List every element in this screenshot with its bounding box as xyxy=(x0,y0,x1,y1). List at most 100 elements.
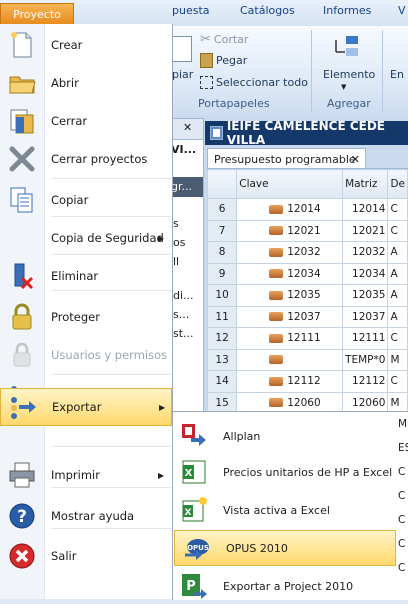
tab-v[interactable]: V xyxy=(398,4,406,17)
clave-cell[interactable]: 12014 xyxy=(236,198,344,221)
matriz-cell[interactable]: 12112 xyxy=(342,370,389,393)
menu-item-cerrar-proyectos[interactable]: Cerrar proyectos xyxy=(0,140,172,178)
submenu-item-vista-activa-a-excel[interactable]: X Vista activa a Excel xyxy=(172,492,408,528)
tab-presupuesta[interactable]: puesta xyxy=(172,4,210,17)
description-cell[interactable]: A xyxy=(387,305,408,328)
menu-tab-proyecto[interactable]: Proyecto xyxy=(0,3,74,25)
menu-separator xyxy=(51,178,171,179)
row-number-cell[interactable]: 7 xyxy=(206,219,238,242)
table-row[interactable]: 6 12014 12014 C xyxy=(206,198,408,221)
matriz-cell[interactable]: 12032 xyxy=(342,241,389,264)
submenu-item-label: Exportar a Project 2010 xyxy=(223,579,354,593)
tab-catalogos[interactable]: Catálogos xyxy=(240,4,295,17)
copy-big-icon[interactable] xyxy=(172,36,192,62)
partial-cell: C xyxy=(398,538,406,550)
help-icon: ? xyxy=(6,500,38,532)
element-dropdown-icon[interactable]: ▼ xyxy=(341,83,346,91)
table-row[interactable]: 13 TEMP*0 M xyxy=(206,348,408,371)
menu-item-crear[interactable]: Crear xyxy=(0,26,172,64)
description-cell[interactable]: M xyxy=(387,348,408,371)
table-row[interactable]: 8 12032 12032 A xyxy=(206,241,408,264)
clave-cell[interactable]: 12111 xyxy=(236,327,344,350)
menu-item-cerrar[interactable]: Cerrar xyxy=(0,102,172,140)
menu-item-proteger[interactable]: Proteger xyxy=(0,298,172,336)
submenu-item-precios-unitarios-de-hp-a-excel[interactable]: X Precios unitarios de HP a Excel xyxy=(172,454,408,490)
description-cell[interactable]: C xyxy=(387,327,408,350)
row-number-cell[interactable]: 6 xyxy=(206,198,238,221)
clave-cell[interactable]: 12112 xyxy=(236,370,344,393)
menu-item-label: Crear xyxy=(51,38,83,52)
svg-text:X: X xyxy=(185,468,193,479)
matriz-cell[interactable]: 12034 xyxy=(342,262,389,285)
menu-item-copia-de-seguridad[interactable]: Copia de Seguridad ▶ xyxy=(0,219,172,257)
menu-item-exportar[interactable]: Exportar ▶ xyxy=(0,388,172,426)
matriz-cell[interactable]: 12021 xyxy=(342,219,389,242)
menu-item-label: Usuarios y permisos xyxy=(51,348,168,362)
menu-item-copiar[interactable]: Copiar xyxy=(0,181,172,219)
description-cell[interactable]: A xyxy=(387,241,408,264)
row-number-cell[interactable]: 11 xyxy=(206,305,238,328)
en-partial-button[interactable]: En xyxy=(390,68,404,81)
clave-cell[interactable]: 12032 xyxy=(236,241,344,264)
description-cell[interactable]: C xyxy=(387,219,408,242)
menu-item-label: Imprimir xyxy=(51,468,100,482)
matriz-cell[interactable]: 12035 xyxy=(342,284,389,307)
description-cell[interactable]: A xyxy=(387,262,408,285)
menu-item-salir[interactable]: Salir xyxy=(0,537,172,575)
row-number-cell[interactable]: 13 xyxy=(206,348,238,371)
column-header-matriz[interactable]: Matriz xyxy=(342,169,389,199)
left-panel-text: ll xyxy=(173,255,180,268)
menu-item-eliminar[interactable]: Eliminar xyxy=(0,257,172,295)
excel-star-icon: X xyxy=(178,494,210,526)
table-row[interactable]: 12 12111 12111 C xyxy=(206,327,408,350)
matriz-cell[interactable]: TEMP*0 xyxy=(342,348,389,371)
menu-item-imprimir[interactable]: Imprimir ▶ xyxy=(0,456,172,494)
ribbon-separator xyxy=(311,30,312,112)
table-row[interactable]: 7 12021 12021 C xyxy=(206,219,408,242)
submenu-item-allplan[interactable]: Allplan xyxy=(172,418,408,454)
tab-presupuesto-programable[interactable]: Presupuesto programable ✕ xyxy=(207,148,366,169)
menu-item-mostrar-ayuda[interactable]: ? Mostrar ayuda xyxy=(0,497,172,535)
description-cell[interactable]: C xyxy=(387,198,408,221)
clave-cell[interactable] xyxy=(236,348,344,371)
cut-button[interactable]: ✂ Cortar xyxy=(200,32,248,47)
copy-partial-label[interactable]: piar xyxy=(172,68,193,81)
element-icon[interactable] xyxy=(332,32,362,62)
table-row[interactable]: 11 12037 12037 A xyxy=(206,305,408,328)
close-x-icon xyxy=(6,143,38,175)
submenu-item-opus-2010[interactable]: OPUS OPUS 2010 xyxy=(174,530,396,566)
row-number-cell[interactable]: 12 xyxy=(206,327,238,350)
element-button[interactable]: Elemento xyxy=(323,68,375,81)
clave-cell[interactable]: 12035 xyxy=(236,284,344,307)
description-cell[interactable]: A xyxy=(387,284,408,307)
scissors-icon: ✂ xyxy=(200,32,211,47)
menu-item-abrir[interactable]: Abrir xyxy=(0,64,172,102)
submenu-item-label: Vista activa a Excel xyxy=(223,503,330,517)
tab-informes[interactable]: Informes xyxy=(323,4,371,17)
clipboard-group-label: Portapapeles xyxy=(198,97,270,110)
table-row[interactable]: 9 12034 12034 A xyxy=(206,262,408,285)
matriz-cell[interactable]: 12037 xyxy=(342,305,389,328)
row-number-cell[interactable]: 10 xyxy=(206,284,238,307)
clave-cell[interactable]: 12037 xyxy=(236,305,344,328)
clave-cell[interactable]: 12034 xyxy=(236,262,344,285)
paste-button[interactable]: Pegar xyxy=(200,53,247,68)
matriz-cell[interactable]: 12014 xyxy=(342,198,389,221)
table-row[interactable]: 10 12035 12035 A xyxy=(206,284,408,307)
tab-close-icon[interactable]: ✕ xyxy=(351,153,360,166)
column-header-de[interactable]: De xyxy=(387,169,408,199)
select-all-button[interactable]: Seleccionar todo xyxy=(200,76,308,89)
matriz-cell[interactable]: 12111 xyxy=(342,327,389,350)
clave-cell[interactable]: 12021 xyxy=(236,219,344,242)
left-panel-text: s... xyxy=(173,308,190,321)
menu-item-label: Copia de Seguridad xyxy=(51,231,164,245)
row-number-cell[interactable]: 9 xyxy=(206,262,238,285)
add-group-label: Agregar xyxy=(327,97,371,110)
column-header-clave[interactable]: Clave xyxy=(236,169,344,199)
row-number-cell[interactable]: 8 xyxy=(206,241,238,264)
row-number-cell[interactable]: 14 xyxy=(206,370,238,393)
table-row[interactable]: 14 12112 12112 C xyxy=(206,370,408,393)
description-cell[interactable]: C xyxy=(387,370,408,393)
left-panel-close-icon[interactable]: ✕ xyxy=(183,121,192,134)
export-icon xyxy=(7,391,39,423)
